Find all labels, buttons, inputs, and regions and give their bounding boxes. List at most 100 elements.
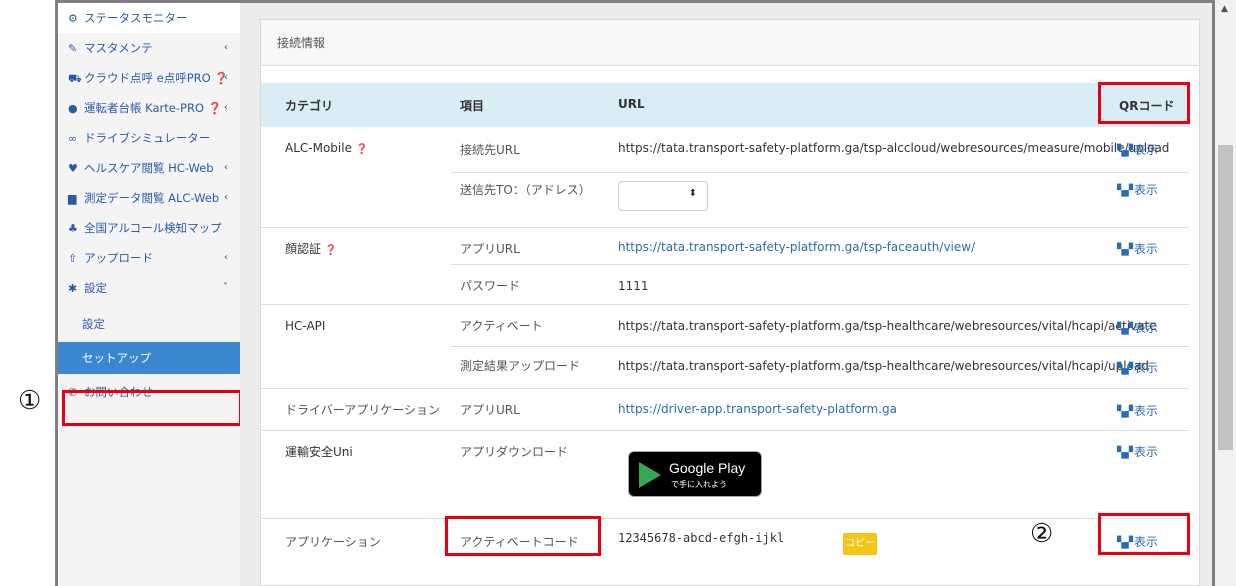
chevron-left-icon: ‹ bbox=[224, 192, 228, 203]
sidebar-subitem-settings[interactable]: 設定 bbox=[58, 309, 240, 339]
url-link[interactable]: https://tata.transport-safety-platform.g… bbox=[618, 240, 975, 254]
sidebar-item-cloud-tenko[interactable]: ⛟ クラウド点呼 e点呼PRO ❓ ‹ bbox=[58, 63, 240, 93]
sidebar-item-healthcare[interactable]: ♥ ヘルスケア閲覧 HC-Web ‹ bbox=[58, 153, 240, 183]
upload-icon: ⇧ bbox=[68, 252, 78, 265]
qr-code-icon: ▚▞ bbox=[1117, 322, 1133, 335]
table-row: HC-API アクティベート https://tata.transport-sa… bbox=[261, 305, 1189, 345]
copy-button[interactable]: コピー bbox=[843, 533, 877, 555]
google-play-icon bbox=[639, 462, 661, 488]
highlight-box-qr-header bbox=[1098, 82, 1190, 124]
sidebar-item-label: ステータスモニター bbox=[84, 11, 188, 25]
sidebar-item-label: 全国アルコール検知マップ bbox=[84, 221, 222, 235]
heart-icon: ♥ bbox=[68, 162, 78, 175]
sidebar-item-status-monitor[interactable]: ⚙ ステータスモニター bbox=[58, 3, 240, 33]
sidebar-item-measurement-data[interactable]: ▆ 測定データ閲覧 ALC-Web ‹ bbox=[58, 183, 240, 213]
category-cell: アプリケーション bbox=[285, 535, 381, 549]
book-icon: ▆ bbox=[68, 192, 77, 205]
column-header-category: カテゴリ bbox=[285, 99, 334, 113]
chevron-left-icon: ‹ bbox=[224, 102, 228, 113]
item-cell: アプリダウンロード bbox=[460, 445, 569, 459]
google-play-title: Google Play bbox=[669, 460, 746, 476]
qr-show-label: 表示 bbox=[1133, 445, 1158, 459]
sidebar-item-label: ヘルスケア閲覧 HC-Web bbox=[84, 161, 214, 175]
item-cell: 送信先TO：（アドレス） bbox=[460, 183, 591, 197]
sidebar-item-settings[interactable]: ✱ 設定 ˅ bbox=[58, 273, 240, 303]
qr-show-label: 表示 bbox=[1133, 242, 1158, 256]
sidebar-item-upload[interactable]: ⇧ アップロード ‹ bbox=[58, 243, 240, 273]
sidebar: ⚙ ステータスモニター ✎ マスタメンテ ‹ ⛟ クラウド点呼 e点呼PRO ❓ ‹ … bbox=[58, 3, 240, 586]
qr-code-icon: ▚▞ bbox=[1117, 144, 1133, 157]
qr-show-link[interactable]: ▚▞ 表示 bbox=[1117, 181, 1158, 198]
main-content: 接続情報 カテゴリ 項目 URL QRコード ALC-Mobile ❓ 接続先U… bbox=[240, 3, 1212, 586]
google-play-badge[interactable]: Google Play で手に入れよう bbox=[628, 451, 762, 497]
wrench-icon: ✎ bbox=[68, 42, 78, 55]
truck-icon: ⛟ bbox=[68, 72, 82, 85]
column-header-item: 項目 bbox=[460, 99, 485, 113]
google-play-subtitle: で手に入れよう bbox=[671, 480, 727, 489]
sidebar-item-label: クラウド点呼 e点呼PRO ❓ bbox=[84, 71, 229, 85]
scroll-up-arrow-icon[interactable]: ▲ bbox=[1221, 4, 1228, 14]
table-row: 送信先TO：（アドレス） ⬍ ▚▞ 表示 bbox=[261, 173, 1189, 233]
qr-show-link[interactable]: ▚▞ 表示 bbox=[1117, 240, 1158, 257]
url-text: https://tata.transport-safety-platform.g… bbox=[618, 141, 1170, 155]
activate-code-value: 12345678-abcd-efgh-ijkl bbox=[618, 531, 785, 545]
highlight-box-setup bbox=[62, 390, 242, 426]
sidebar-item-driver-ledger[interactable]: ● 運転者台帳 Karte-PRO ❓ ‹ bbox=[58, 93, 240, 123]
qr-show-link[interactable]: ▚▞ 表示 bbox=[1117, 443, 1158, 460]
select-arrow-icon: ⬍ bbox=[688, 188, 697, 199]
qr-code-icon: ▚▞ bbox=[1117, 184, 1133, 197]
category-cell: ドライバーアプリケーション bbox=[285, 403, 441, 417]
sidebar-item-alcohol-map[interactable]: ♣ 全国アルコール検知マップ bbox=[58, 213, 240, 243]
item-cell: 接続先URL bbox=[460, 143, 520, 157]
qr-show-link[interactable]: ▚▞ 表示 bbox=[1117, 319, 1158, 336]
sidebar-item-master-maintenance[interactable]: ✎ マスタメンテ ‹ bbox=[58, 33, 240, 63]
password-value: 1111 bbox=[618, 279, 649, 293]
annotation-number-one: ① bbox=[18, 386, 42, 416]
chevron-left-icon: ‹ bbox=[224, 162, 228, 173]
table-header: カテゴリ 項目 URL QRコード bbox=[261, 83, 1189, 127]
qr-code-icon: ▚▞ bbox=[1117, 405, 1133, 418]
vertical-scrollbar[interactable]: ▲ bbox=[1215, 0, 1236, 586]
qr-code-icon: ▚▞ bbox=[1117, 243, 1133, 256]
qr-code-icon: ▚▞ bbox=[1117, 446, 1133, 459]
annotation-number-two: ② bbox=[1030, 519, 1054, 549]
qr-show-link[interactable]: ▚▞ 表示 bbox=[1117, 402, 1158, 419]
sidebar-item-label: セットアップ bbox=[82, 351, 151, 365]
qr-show-label: 表示 bbox=[1133, 321, 1158, 335]
sidebar-item-label: 設定 bbox=[82, 317, 105, 331]
url-text: https://tata.transport-safety-platform.g… bbox=[618, 359, 1149, 373]
scrollbar-thumb[interactable] bbox=[1218, 145, 1233, 450]
connection-info-panel: 接続情報 カテゴリ 項目 URL QRコード ALC-Mobile ❓ 接続先U… bbox=[260, 19, 1200, 586]
sidebar-item-drive-simulator[interactable]: ∞ ドライブシミュレーター bbox=[58, 123, 240, 153]
item-cell: 測定結果アップロード bbox=[460, 359, 581, 373]
category-label: ALC-Mobile bbox=[285, 141, 352, 155]
url-link[interactable]: https://driver-app.transport-safety-plat… bbox=[618, 402, 897, 416]
highlight-box-activate-code bbox=[445, 516, 601, 556]
highlight-box-qr-show bbox=[1098, 513, 1190, 555]
qr-show-label: 表示 bbox=[1133, 183, 1158, 197]
recipient-select[interactable]: ⬍ bbox=[618, 181, 708, 211]
qr-show-link[interactable]: ▚▞ 表示 bbox=[1117, 141, 1158, 158]
category-cell: 顔認証 ❓ bbox=[285, 240, 337, 257]
sidebar-item-label: 測定データ閲覧 ALC-Web bbox=[84, 191, 220, 205]
sidebar-item-label: 設定 bbox=[84, 281, 107, 295]
category-cell: ALC-Mobile ❓ bbox=[285, 141, 368, 155]
category-cell: HC-API bbox=[285, 319, 326, 333]
sidebar-item-label: アップロード bbox=[84, 251, 153, 265]
user-icon: ● bbox=[68, 102, 78, 115]
sidebar-subitem-setup[interactable]: セットアップ bbox=[58, 342, 240, 374]
category-label: 顔認証 bbox=[285, 242, 322, 256]
item-cell: アプリURL bbox=[460, 403, 520, 417]
sidebar-item-label: ドライブシミュレーター bbox=[84, 131, 211, 145]
help-icon[interactable]: ❓ bbox=[356, 144, 368, 155]
item-cell: アプリURL bbox=[460, 242, 520, 256]
qr-show-link[interactable]: ▚▞ 表示 bbox=[1117, 359, 1158, 376]
glasses-icon: ∞ bbox=[68, 132, 78, 145]
qr-show-label: 表示 bbox=[1133, 404, 1158, 418]
table-row: 運輸安全Uni アプリダウンロード Google Play で手に入れよう ▚▞… bbox=[261, 431, 1189, 511]
map-icon: ♣ bbox=[68, 222, 78, 235]
chevron-left-icon: ‹ bbox=[224, 72, 228, 83]
gear-icon: ✱ bbox=[68, 282, 78, 295]
help-icon[interactable]: ❓ bbox=[325, 245, 337, 256]
category-cell: 運輸安全Uni bbox=[285, 445, 353, 459]
